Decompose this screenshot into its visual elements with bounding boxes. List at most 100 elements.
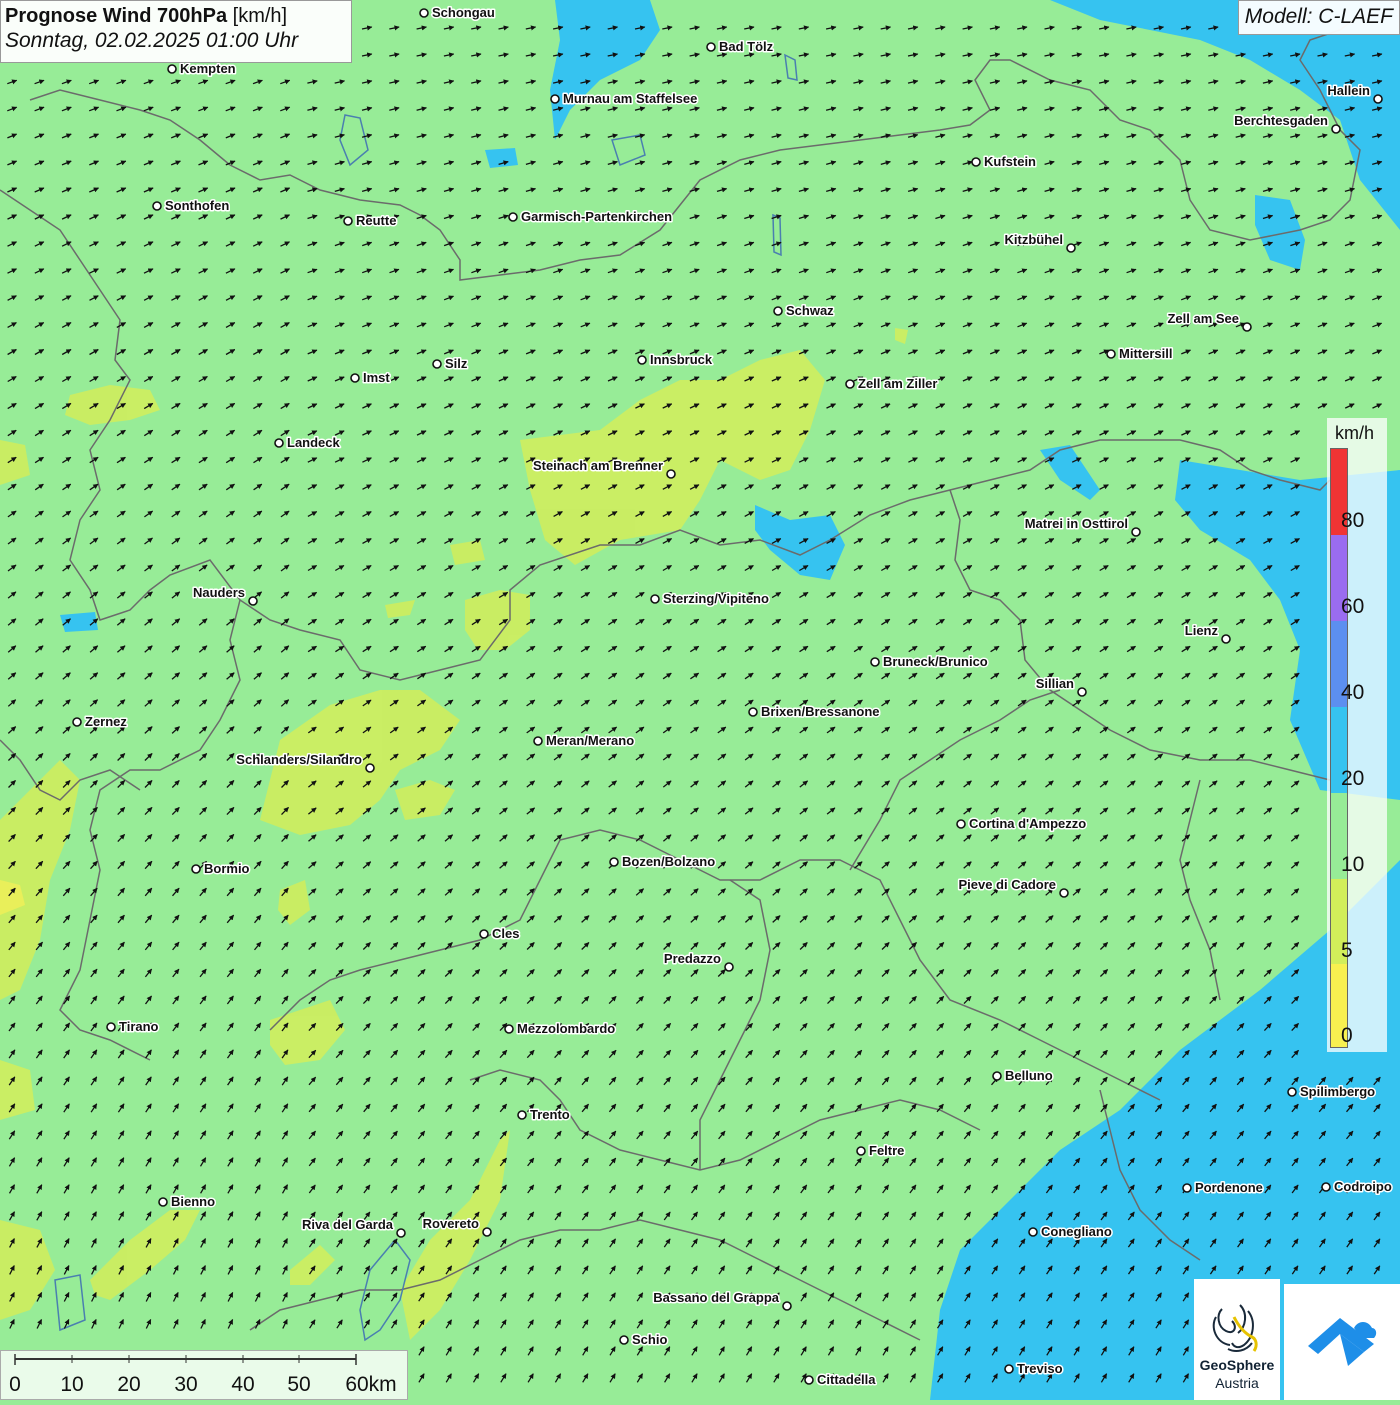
city-label: Reutte bbox=[356, 213, 396, 228]
city-schongau[interactable]: Schongau bbox=[419, 4, 496, 22]
city-marker-icon bbox=[248, 596, 258, 606]
city-label: Codroipo bbox=[1334, 1179, 1392, 1194]
city-label: Zernez bbox=[85, 714, 127, 729]
city-marker-icon bbox=[706, 42, 716, 52]
city-marker-icon bbox=[782, 1301, 792, 1311]
legend-tick-5: 5 bbox=[1341, 939, 1353, 962]
city-marker-icon bbox=[504, 1024, 514, 1034]
city-label: Murnau am Staffelsee bbox=[563, 91, 697, 106]
city-marker-icon bbox=[1242, 322, 1252, 332]
city-pordenone[interactable]: Pordenone bbox=[1182, 1179, 1264, 1197]
city-label: Trento bbox=[530, 1107, 570, 1122]
city-label: Schongau bbox=[432, 5, 495, 20]
city-innsbruck[interactable]: Innsbruck bbox=[637, 351, 714, 369]
city-marker-icon bbox=[396, 1228, 406, 1238]
city-label: Berchtesgaden bbox=[1234, 113, 1328, 128]
scale-label-20: 20 bbox=[117, 1373, 141, 1396]
city-zell-am-ziller[interactable]: Zell am Ziller bbox=[845, 375, 939, 393]
city-marker-icon bbox=[724, 962, 734, 972]
app-arrow-icon bbox=[1308, 1318, 1377, 1366]
city-label: Bassano del Grappa bbox=[653, 1290, 779, 1305]
city-marker-icon bbox=[1131, 527, 1141, 537]
city-label: Mittersill bbox=[1119, 346, 1172, 361]
city-label: Silz bbox=[445, 356, 468, 371]
city-label: Sterzing/Vipiteno bbox=[663, 591, 769, 606]
city-label: Nauders bbox=[193, 585, 245, 600]
legend-unit: km/h bbox=[1335, 423, 1375, 443]
city-label: Schlanders/Silandro bbox=[236, 752, 362, 767]
city-marker-icon bbox=[508, 212, 518, 222]
scale-bar: 0 10 20 30 40 50 60km bbox=[0, 1350, 408, 1400]
city-label: Conegliano bbox=[1041, 1224, 1112, 1239]
city-label: Rovereto bbox=[423, 1216, 479, 1231]
city-marker-icon bbox=[971, 157, 981, 167]
city-marker-icon bbox=[870, 657, 880, 667]
city-label: Spilimbergo bbox=[1300, 1084, 1375, 1099]
city-marker-icon bbox=[1106, 349, 1116, 359]
city-cortina-d-ampezzo[interactable]: Cortina d'Ampezzo bbox=[956, 815, 1088, 833]
city-label: Cittadella bbox=[817, 1372, 876, 1387]
city-marker-icon bbox=[1077, 687, 1087, 697]
city-marker-icon bbox=[152, 201, 162, 211]
city-garmisch-partenkirchen[interactable]: Garmisch-Partenkirchen bbox=[508, 208, 674, 226]
geosphere-mark-icon bbox=[1212, 1304, 1258, 1352]
scale-label-10: 10 bbox=[60, 1373, 84, 1396]
city-marker-icon bbox=[1287, 1087, 1297, 1097]
city-conegliano[interactable]: Conegliano bbox=[1028, 1223, 1113, 1241]
scale-label-60km: 60km bbox=[345, 1373, 397, 1396]
city-label: Meran/Merano bbox=[546, 733, 634, 748]
color-legend: km/h 80 60 40 20 10 5 0 bbox=[1327, 418, 1387, 1052]
city-label: Feltre bbox=[869, 1143, 904, 1158]
city-marker-icon bbox=[1059, 888, 1069, 898]
legend-tick-80: 80 bbox=[1341, 509, 1365, 532]
city-label: Kempten bbox=[180, 61, 236, 76]
city-meran-merano[interactable]: Meran/Merano bbox=[533, 732, 636, 750]
city-marker-icon bbox=[365, 763, 375, 773]
city-label: Innsbruck bbox=[650, 352, 713, 367]
scale-label-40: 40 bbox=[231, 1373, 255, 1396]
city-label: Cles bbox=[492, 926, 519, 941]
city-label: Sonthofen bbox=[165, 198, 229, 213]
city-label: Treviso bbox=[1017, 1361, 1063, 1376]
city-marker-icon bbox=[804, 1375, 814, 1385]
city-label: Mezzolombardo bbox=[517, 1021, 615, 1036]
city-marker-icon bbox=[533, 736, 543, 746]
model-label: Modell: C-LAEF bbox=[1237, 0, 1400, 35]
map-title: Prognose Wind 700hPa [km/h] Sonntag, 02.… bbox=[0, 0, 352, 63]
city-label: Bozen/Bolzano bbox=[622, 854, 715, 869]
scale-label-30: 30 bbox=[174, 1373, 198, 1396]
city-label: Matrei in Osttirol bbox=[1025, 516, 1128, 531]
geosphere-country: Austria bbox=[1215, 1375, 1259, 1391]
city-brixen-bressanone[interactable]: Brixen/Bressanone bbox=[748, 703, 881, 721]
city-sonthofen[interactable]: Sonthofen bbox=[152, 197, 231, 215]
city-sterzing-vipiteno[interactable]: Sterzing/Vipiteno bbox=[650, 590, 770, 608]
city-marker-icon bbox=[1331, 124, 1341, 134]
city-marker-icon bbox=[419, 8, 429, 18]
city-marker-icon bbox=[856, 1146, 866, 1156]
city-murnau-am-staffelsee[interactable]: Murnau am Staffelsee bbox=[550, 90, 699, 108]
wind-map[interactable]: Schongau Bad Tölz Kempten Murnau am Staffel… bbox=[0, 0, 1400, 1400]
app-logo[interactable] bbox=[1284, 1284, 1400, 1400]
city-spilimbergo[interactable]: Spilimbergo bbox=[1287, 1083, 1377, 1101]
city-marker-icon bbox=[350, 373, 360, 383]
city-label: Lienz bbox=[1185, 623, 1219, 638]
legend-tick-60: 60 bbox=[1341, 595, 1365, 618]
city-marker-icon bbox=[748, 707, 758, 717]
city-label: Predazzo bbox=[664, 951, 721, 966]
city-label: Sillian bbox=[1036, 676, 1074, 691]
city-mezzolombardo[interactable]: Mezzolombardo bbox=[504, 1020, 617, 1038]
scale-label-50: 50 bbox=[287, 1373, 311, 1396]
map-title-unit: [km/h] bbox=[232, 5, 288, 27]
legend-tick-0: 0 bbox=[1341, 1024, 1353, 1047]
city-bruneck-brunico[interactable]: Bruneck/Brunico bbox=[870, 653, 989, 671]
city-label: Hallein bbox=[1327, 83, 1370, 98]
geosphere-logo[interactable]: GeoSphere Austria bbox=[1194, 1279, 1280, 1400]
city-marker-icon bbox=[666, 469, 676, 479]
city-marker-icon bbox=[479, 929, 489, 939]
forecast-datetime: Sonntag, 02.02.2025 01:00 Uhr bbox=[5, 29, 299, 52]
legend-tick-40: 40 bbox=[1341, 681, 1365, 704]
geosphere-name: GeoSphere bbox=[1199, 1357, 1275, 1373]
city-bozen-bolzano[interactable]: Bozen/Bolzano bbox=[609, 853, 717, 871]
city-marker-icon bbox=[1321, 1182, 1331, 1192]
city-marker-icon bbox=[274, 438, 284, 448]
